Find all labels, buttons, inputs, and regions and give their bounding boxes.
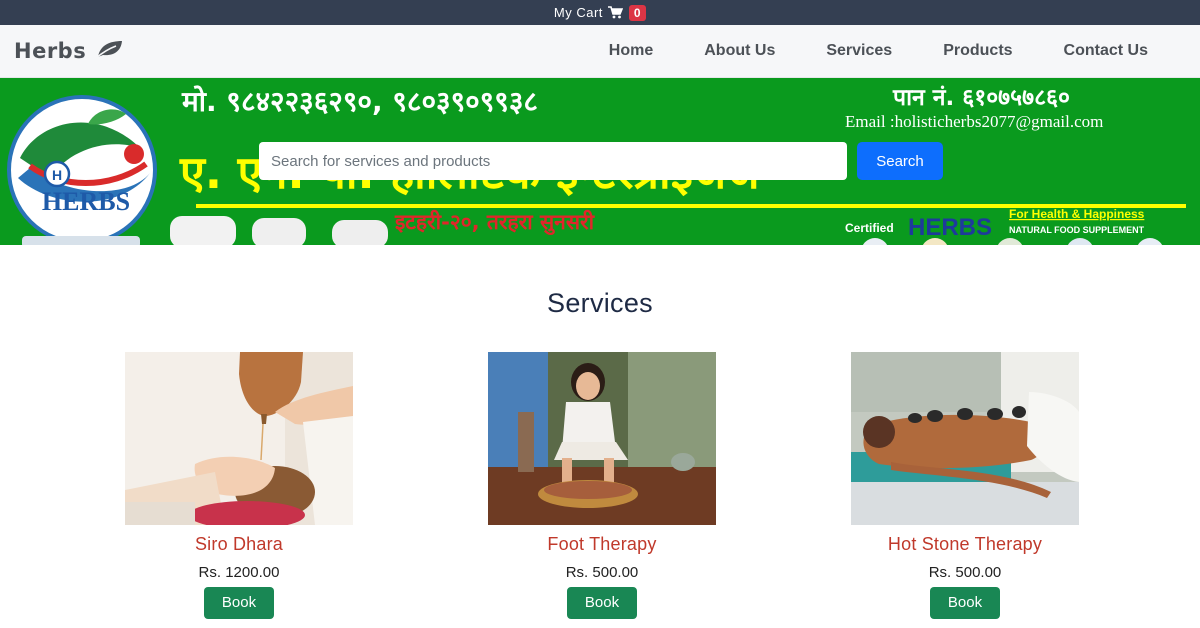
leaf-icon: [94, 39, 124, 64]
service-price: Rs. 1200.00: [198, 564, 280, 581]
banner-cert-brand: HERBS: [908, 214, 992, 241]
logo-mark: H: [52, 167, 62, 183]
book-button[interactable]: Book: [567, 587, 637, 619]
top-bar: My Cart 0: [0, 0, 1200, 25]
banner-subtagline: NATURAL FOOD SUPPLEMENT: [1009, 225, 1145, 235]
service-card: Siro Dhara Rs. 1200.00 Book: [125, 352, 353, 619]
nav-contact-us[interactable]: Contact Us: [1064, 42, 1148, 60]
hot-stone-therapy-photo[interactable]: [851, 352, 1079, 525]
service-card: Foot Therapy Rs. 500.00 Book: [488, 352, 716, 619]
service-card: Hot Stone Therapy Rs. 500.00 Book: [851, 352, 1079, 619]
search-button[interactable]: Search: [857, 142, 943, 180]
nav-links: Home About Us Services Products Contact …: [558, 42, 1148, 60]
services-list: Siro Dhara Rs. 1200.00 Book Foot Therapy…: [0, 352, 1200, 628]
nav-about-us[interactable]: About Us: [704, 42, 775, 60]
brand-logo[interactable]: Herbs: [14, 39, 124, 64]
shopping-cart-icon: [607, 6, 623, 19]
search-input[interactable]: [259, 142, 847, 180]
hero-banner: H HERBS मो. ९८४२२३६२९०, ९८०३९०९९३८ पान न…: [0, 78, 1200, 245]
herbs-logo: H HERBS: [7, 95, 157, 245]
service-price: Rs. 500.00: [928, 564, 1002, 581]
my-cart-link[interactable]: My Cart 0: [553, 4, 647, 21]
nav-products[interactable]: Products: [943, 42, 1012, 60]
banner-pan: पान नं. ६१०७५७८६०: [892, 85, 1070, 111]
banner-phone: मो. ९८४२२३६२९०, ९८०३९०९९३८: [181, 85, 538, 118]
service-name[interactable]: Hot Stone Therapy: [851, 534, 1079, 555]
services-heading: Services: [547, 288, 653, 318]
banner-email: Email :holisticherbs2077@gmail.com: [845, 112, 1103, 131]
cart-label: My Cart: [553, 5, 603, 20]
navbar: Herbs Home About Us Services Products Co…: [0, 25, 1200, 78]
nav-services[interactable]: Services: [826, 42, 892, 60]
service-name[interactable]: Siro Dhara: [125, 534, 353, 555]
foot-therapy-photo[interactable]: [488, 352, 716, 525]
brand-name: Herbs: [14, 39, 87, 63]
banner-address: इटहरी-२०, तरहरा सुनसरी: [394, 209, 596, 236]
banner-tagline: For Health & Happiness: [1009, 207, 1145, 221]
banner-certified: Certified: [845, 221, 894, 235]
logo-text: HERBS: [42, 187, 130, 216]
cart-count-badge: 0: [628, 4, 647, 21]
search-bar: Search: [259, 142, 943, 180]
service-name[interactable]: Foot Therapy: [488, 534, 716, 555]
nav-home[interactable]: Home: [609, 42, 653, 60]
siro-dhara-photo[interactable]: [125, 352, 353, 525]
service-price: Rs. 500.00: [565, 564, 639, 581]
book-button[interactable]: Book: [930, 587, 1000, 619]
book-button[interactable]: Book: [204, 587, 274, 619]
